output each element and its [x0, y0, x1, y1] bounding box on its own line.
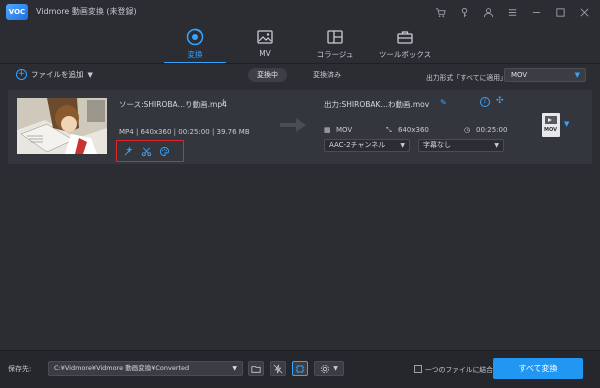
tab-mv[interactable]: MV [234, 24, 296, 64]
tab-convert[interactable]: 変換 [164, 24, 226, 64]
gpu-accel-button[interactable] [292, 361, 308, 376]
chevron-down-icon: ▼ [574, 71, 580, 79]
chevron-down-icon: ▼ [400, 142, 405, 149]
source-resolution: 640x360 [140, 128, 172, 136]
gpu-chip-icon [295, 364, 305, 373]
folder-icon [251, 365, 261, 373]
video-thumbnail[interactable] [17, 98, 107, 154]
audio-track-select[interactable]: AAC-2チャンネル ▼ [324, 139, 410, 152]
merge-files-option[interactable]: 一つのファイルに結合 [414, 364, 493, 374]
tab-label: コラージュ [316, 50, 354, 59]
output-format-badge[interactable]: MOV [542, 113, 560, 137]
lightning-off-icon [273, 364, 283, 373]
merge-checkbox[interactable] [414, 365, 422, 373]
meta-separator: | [173, 128, 177, 136]
settings-button[interactable]: ▼ [314, 361, 344, 376]
scissors-cut-icon[interactable] [140, 145, 152, 157]
resize-icon: ⤡ [386, 126, 392, 134]
open-folder-button[interactable] [248, 361, 264, 376]
file-row: ソース:SHIROBA…り動画.mp4 i MP4 | 640x360 | 00… [8, 90, 592, 164]
subtitle-value: 字幕なし [423, 141, 451, 149]
output-meta: ▦ MOV ⤡ 640x360 ◷ 00:25:00 [324, 126, 514, 138]
source-size: 39.76 MB [216, 128, 250, 136]
source-file-name: ソース:SHIROBA…り動画.mp4 [119, 100, 227, 109]
menu-icon[interactable] [500, 3, 524, 21]
edit-name-pen-icon[interactable]: ✎ [440, 98, 447, 107]
meta-separator: | [135, 128, 139, 136]
plus-icon: + [16, 69, 27, 80]
output-resolution: 640x360 [398, 126, 429, 134]
arrow-right-icon [278, 117, 308, 135]
save-path-select[interactable]: C:¥Vidmore¥Vidmore 動画変換¥Converted ▼ [48, 361, 243, 376]
subtitle-select[interactable]: 字幕なし ▼ [418, 139, 504, 152]
audio-track-value: AAC-2チャンネル [329, 141, 386, 149]
convert-icon [186, 28, 204, 46]
merge-label: 一つのファイルに結合 [425, 366, 493, 374]
source-format: MP4 [119, 128, 134, 136]
output-format: MOV [336, 126, 353, 134]
output-format-select[interactable]: MOV ▼ [504, 68, 586, 82]
film-icon: ▦ [324, 126, 331, 134]
chevron-down-icon[interactable]: ▼ [564, 120, 569, 128]
tab-collage[interactable]: コラージュ [304, 24, 366, 64]
tab-label: MV [259, 49, 271, 58]
key-icon[interactable] [452, 3, 476, 21]
add-file-label: ファイルを追加 [31, 70, 84, 79]
source-duration: 00:25:00 [178, 128, 210, 136]
chevron-down-icon[interactable]: ▼ [88, 71, 93, 79]
edit-tools-highlight [116, 140, 184, 162]
chevron-down-icon: ▼ [232, 365, 237, 372]
tab-toolbox[interactable]: ツールボックス [374, 24, 436, 64]
gear-icon [321, 364, 330, 373]
user-icon[interactable] [476, 3, 500, 21]
output-duration: 00:25:00 [476, 126, 508, 134]
meta-separator: | [211, 128, 215, 136]
clock-icon: ◷ [464, 126, 471, 134]
tab-converting[interactable]: 変換中 [248, 68, 287, 82]
output-format-value: MOV [511, 71, 528, 79]
toolbox-icon [396, 28, 414, 46]
maximize-icon[interactable] [548, 3, 572, 21]
collage-icon [326, 28, 344, 46]
save-to-label: 保存先: [8, 365, 32, 373]
chevron-down-icon: ▼ [494, 142, 499, 149]
tab-converted[interactable]: 変換済み [304, 68, 350, 82]
hardware-accel-off-button[interactable] [270, 361, 286, 376]
toolbar: + ファイルを追加 ▼ 変換中 変換済み 出力形式「すべてに適用」: MOV ▼ [0, 64, 600, 86]
cart-icon[interactable] [428, 3, 452, 21]
magic-wand-edit-icon[interactable] [122, 145, 134, 157]
app-logo: VOC [6, 4, 28, 20]
source-meta: MP4 | 640x360 | 00:25:00 | 39.76 MB [119, 128, 250, 136]
info-circle-icon[interactable]: i [480, 97, 490, 107]
convert-all-button[interactable]: すべて変換 [493, 358, 583, 379]
tab-label: 変換 [187, 50, 203, 59]
title-bar: VOC Vidmore 動画変換 (未登録) [0, 0, 600, 24]
tab-label: ツールボックス [378, 50, 432, 59]
output-file-name: 出力:SHIROBAK…わ動画.mov [324, 100, 430, 109]
close-icon[interactable] [572, 3, 596, 21]
minimize-icon[interactable] [524, 3, 548, 21]
window-controls [428, 3, 596, 21]
main-tabs: 変換 MV コラージュ ツールボックス [0, 24, 600, 64]
add-file-button[interactable]: + ファイルを追加 ▼ [16, 69, 93, 80]
output-format-label: 出力形式「すべてに適用」: [426, 74, 510, 82]
mv-image-icon [256, 28, 274, 46]
compress-icon[interactable]: ✣ [496, 96, 504, 106]
chevron-down-icon: ▼ [333, 365, 338, 372]
save-path-value: C:¥Vidmore¥Vidmore 動画変換¥Converted [54, 364, 190, 372]
palette-enhance-icon[interactable] [158, 145, 170, 157]
format-badge-text: MOV [544, 127, 557, 133]
app-title: Vidmore 動画変換 (未登録) [36, 7, 137, 16]
info-icon[interactable]: i [222, 98, 225, 107]
bottom-bar: 保存先: C:¥Vidmore¥Vidmore 動画変換¥Converted ▼… [0, 350, 600, 388]
